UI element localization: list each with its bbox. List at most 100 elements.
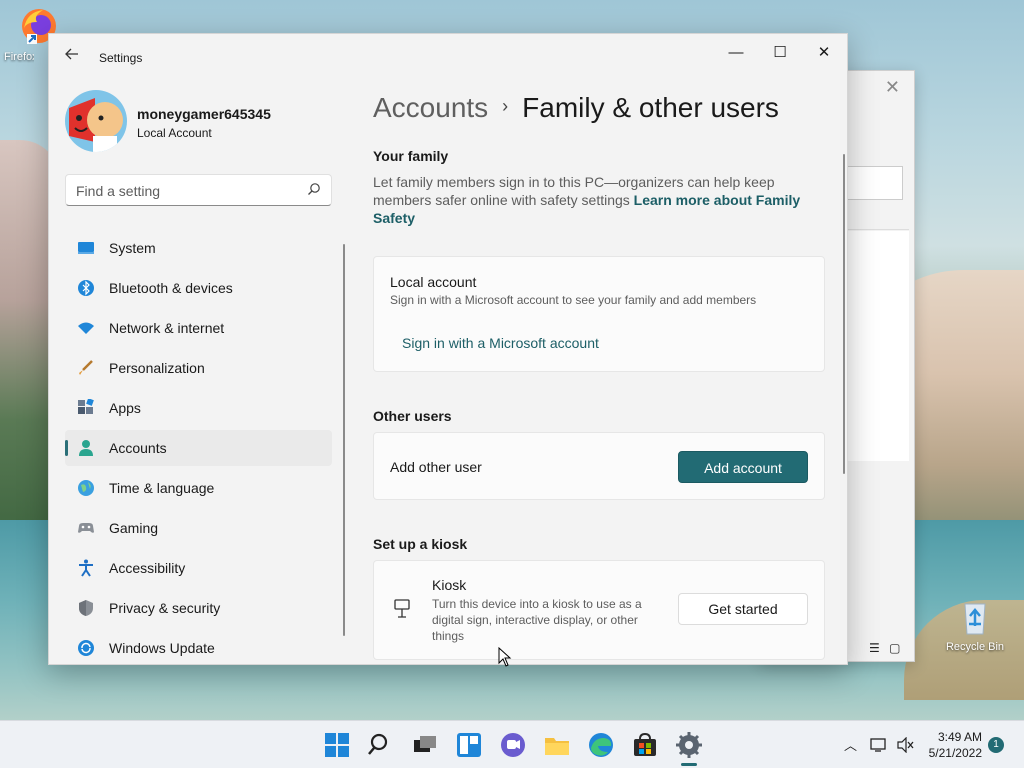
person-icon <box>79 440 93 456</box>
sidebar-item-privacy-security[interactable]: Privacy & security <box>65 590 332 626</box>
sidebar-item-label: Accessibility <box>109 560 186 576</box>
notification-badge[interactable]: 1 <box>988 737 1004 753</box>
tile-view-icon[interactable]: ▢ <box>889 641 900 655</box>
sidebar-item-label: Apps <box>109 400 141 416</box>
page-title: Family & other users <box>522 92 779 123</box>
sidebar-item-time-language[interactable]: Time & language <box>65 470 332 506</box>
mouse-cursor-icon <box>498 647 512 667</box>
file-explorer-icon[interactable] <box>542 730 572 760</box>
close-button[interactable]: ✕ <box>801 38 847 68</box>
add-other-user-label: Add other user <box>390 459 482 475</box>
sidebar-item-label: System <box>109 240 156 256</box>
widgets-icon[interactable] <box>454 730 484 760</box>
kiosk-description: Turn this device into a kiosk to use as … <box>432 597 642 643</box>
sidebar-item-windows-update[interactable]: Windows Update <box>65 630 332 664</box>
chevron-right-icon: › <box>502 96 509 116</box>
sidebar-item-label: Gaming <box>109 520 159 536</box>
controller-icon <box>78 523 94 533</box>
accessibility-icon <box>79 559 93 577</box>
sidebar-item-gaming[interactable]: Gaming <box>65 510 332 546</box>
start-icon[interactable] <box>322 730 352 760</box>
search-icon <box>308 183 320 195</box>
app-title: Settings <box>99 51 143 65</box>
avatar-image <box>65 90 127 152</box>
breadcrumb: Accounts › Family & other users <box>373 92 779 124</box>
update-icon <box>78 640 94 656</box>
shield-icon <box>79 600 93 616</box>
add-account-button[interactable]: Add account <box>678 451 808 483</box>
sign-in-microsoft-link[interactable]: Sign in with a Microsoft account <box>402 335 599 351</box>
sidebar-item-label: Privacy & security <box>109 600 221 616</box>
breadcrumb-parent[interactable]: Accounts <box>373 92 488 123</box>
sidebar-item-personalization[interactable]: Personalization <box>65 350 332 386</box>
sidebar-item-label: Bluetooth & devices <box>109 280 233 296</box>
local-account-card: Local account Sign in with a Microsoft a… <box>373 256 825 372</box>
globe-icon <box>78 480 94 496</box>
desktop-icon-recycle-bin[interactable]: Recycle Bin <box>940 596 1010 653</box>
search-placeholder: Find a setting <box>76 183 161 199</box>
volume-muted-icon[interactable] <box>896 737 914 753</box>
system-icon <box>78 242 94 254</box>
brush-icon <box>79 360 93 375</box>
sidebar-item-label: Time & language <box>109 480 215 496</box>
clock-date: 5/21/2022 <box>928 746 982 760</box>
back-button[interactable] <box>61 46 83 68</box>
maximize-icon: ☐ <box>773 44 787 61</box>
sidebar-nav: System Bluetooth & devices Network & int… <box>65 230 332 664</box>
sidebar-item-accounts[interactable]: Accounts <box>65 430 332 466</box>
sidebar-item-bluetooth[interactable]: Bluetooth & devices <box>65 270 332 306</box>
taskbar-clock[interactable]: 3:49 AM 5/21/2022 <box>929 729 982 761</box>
section-heading-family: Your family <box>373 148 449 164</box>
task-view-icon[interactable] <box>410 730 440 760</box>
maximize-button[interactable]: ☐ <box>757 38 803 68</box>
sidebar-item-label: Windows Update <box>109 640 215 656</box>
card-title: Local account <box>390 274 477 290</box>
sidebar-item-apps[interactable]: Apps <box>65 390 332 426</box>
profile-account-type: Local Account <box>137 126 212 140</box>
kiosk-icon <box>394 599 410 618</box>
edge-icon[interactable] <box>586 730 616 760</box>
search-icon[interactable] <box>366 730 396 760</box>
minimize-icon: — <box>728 44 744 61</box>
family-description: Let family members sign in to this PC—or… <box>373 173 813 227</box>
taskbar: ︿ 3:49 AM 5/21/2022 1 <box>0 720 1024 768</box>
title-bar[interactable]: Settings — ☐ ✕ <box>49 34 847 82</box>
list-view-icon[interactable]: ☰ <box>869 641 880 655</box>
desktop-icon-label: Recycle Bin <box>945 641 1005 653</box>
arrow-left-icon <box>65 48 78 60</box>
close-icon[interactable]: ✕ <box>885 77 900 98</box>
store-icon[interactable] <box>630 730 660 760</box>
sidebar-item-label: Accounts <box>109 440 167 456</box>
apps-icon <box>78 399 94 414</box>
section-heading-other-users: Other users <box>373 408 452 424</box>
sidebar-item-label: Personalization <box>109 360 205 376</box>
wifi-icon <box>78 322 94 334</box>
minimize-button[interactable]: — <box>713 38 759 68</box>
section-heading-kiosk: Set up a kiosk <box>373 536 468 552</box>
main-scrollbar[interactable] <box>843 154 845 474</box>
chevron-up-icon[interactable]: ︿ <box>844 735 857 754</box>
kiosk-title: Kiosk <box>432 577 467 593</box>
get-started-button[interactable]: Get started <box>678 593 808 625</box>
divider <box>845 229 909 230</box>
desktop-icon-label: Firefox <box>4 51 34 63</box>
view-toggle-icons[interactable]: ☰ ▢ <box>869 641 900 655</box>
avatar <box>65 90 127 152</box>
sidebar-item-label: Network & internet <box>109 320 225 336</box>
active-app-indicator <box>681 763 697 766</box>
sidebar-scrollbar[interactable] <box>343 244 345 636</box>
profile-name: moneygamer645345 <box>137 106 271 122</box>
sidebar-item-accessibility[interactable]: Accessibility <box>65 550 332 586</box>
chat-icon[interactable] <box>498 730 528 760</box>
settings-gear-icon[interactable] <box>674 730 704 760</box>
kiosk-card: Kiosk Turn this device into a kiosk to u… <box>373 560 825 660</box>
sidebar-item-network[interactable]: Network & internet <box>65 310 332 346</box>
background-window-field <box>845 166 903 200</box>
sidebar-item-system[interactable]: System <box>65 230 332 266</box>
clock-time: 3:49 AM <box>937 730 982 744</box>
recycle-bin-icon <box>964 603 986 635</box>
search-input[interactable]: Find a setting <box>65 174 332 206</box>
network-icon[interactable] <box>870 737 888 753</box>
add-other-user-card: Add other user Add account <box>373 432 825 500</box>
settings-window: Settings — ☐ ✕ moneygamer645345 Local Ac… <box>48 33 848 665</box>
